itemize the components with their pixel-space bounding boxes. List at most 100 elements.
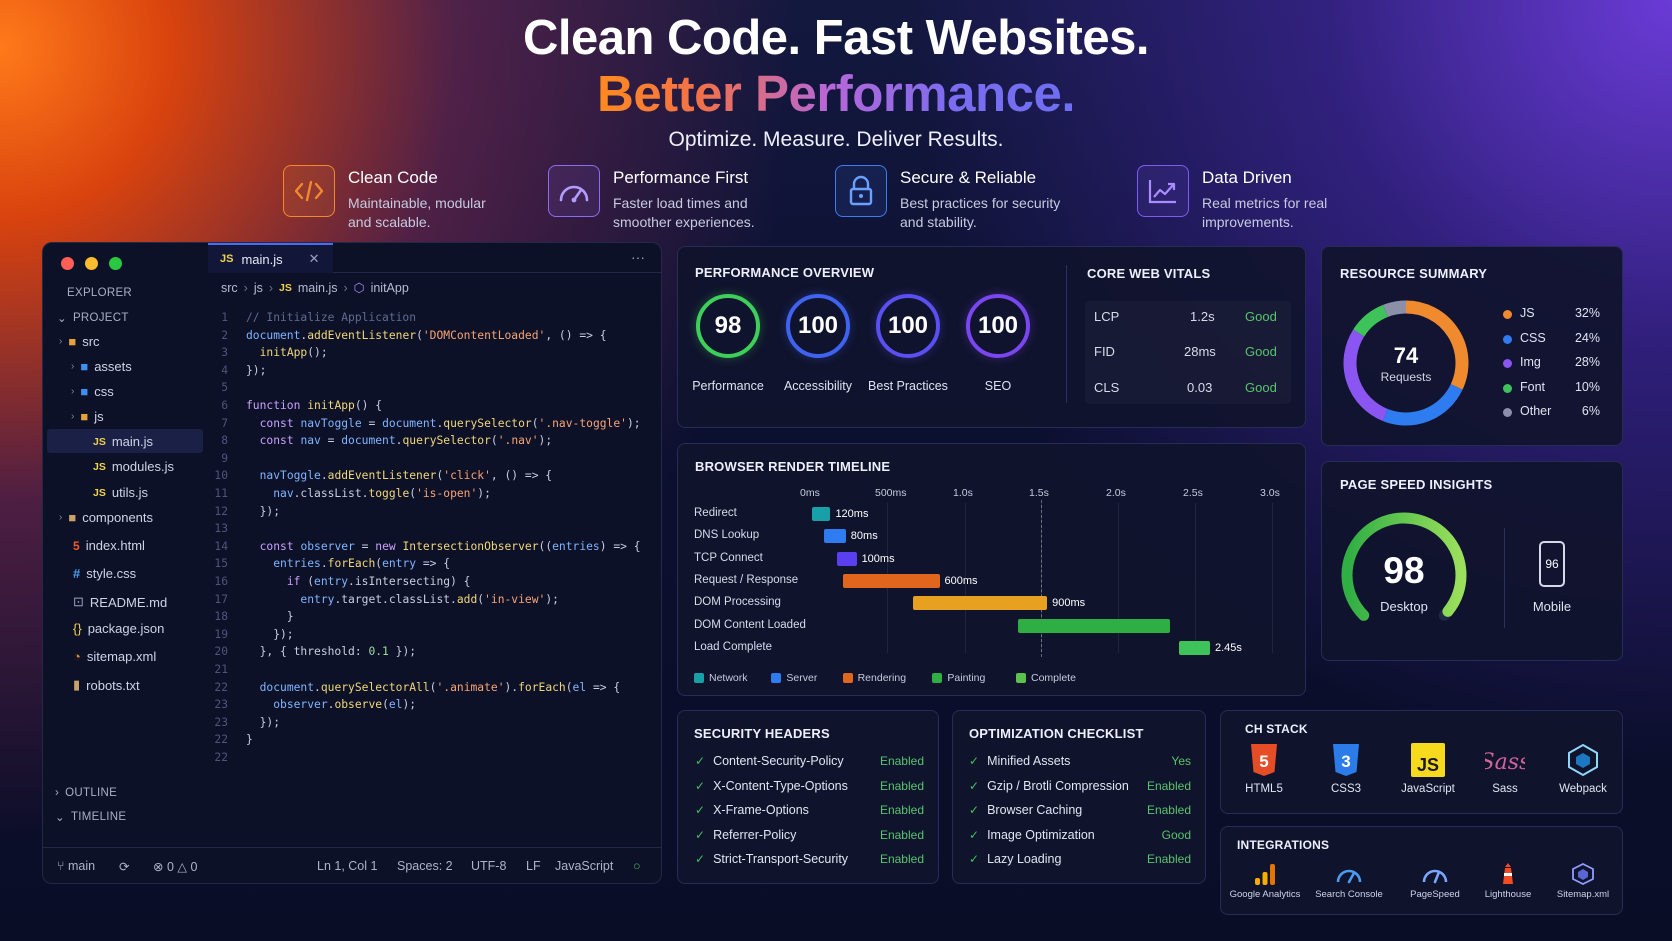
timeline-row-label: Redirect	[694, 507, 737, 519]
explorer-file-robots[interactable]: ▮ robots.txt	[73, 677, 140, 693]
minimize-window-button[interactable]	[85, 257, 98, 270]
lock-icon	[835, 165, 887, 217]
code-line[interactable]: 9	[208, 452, 246, 470]
line-number: 2	[221, 328, 228, 342]
code-line[interactable]: 15 entries.forEach(entry => {	[208, 557, 450, 575]
code-line[interactable]: 22	[208, 751, 246, 769]
code-line[interactable]: 22}	[208, 733, 252, 751]
code-line[interactable]: 23 });	[208, 716, 280, 734]
code-line[interactable]: 2 document.addEventListener('DOMContentLo…	[208, 328, 606, 347]
sync-icon[interactable]: ⟳	[119, 859, 129, 874]
tab-main-js[interactable]: JS main.js ✕	[208, 243, 333, 273]
css3-icon: 3	[1333, 744, 1359, 776]
tab-bar: JS main.js ✕ ···	[208, 243, 661, 273]
feature-desc: Faster load times and smoother experienc…	[613, 195, 755, 230]
code-line[interactable]: 19 });	[208, 628, 293, 646]
more-actions-icon[interactable]: ···	[631, 249, 645, 265]
explorer-file-package-json[interactable]: {} package.json	[73, 621, 164, 636]
close-window-button[interactable]	[61, 257, 74, 270]
breadcrumb-item[interactable]: js	[254, 281, 263, 295]
breadcrumb-item[interactable]: src	[221, 281, 238, 295]
code-line[interactable]: 11 nav.classList.toggle('is-open');	[208, 487, 491, 505]
explorer-file-modules-js[interactable]: JS modules.js	[93, 459, 174, 474]
legend-name: CSS	[1520, 330, 1546, 345]
code-line[interactable]: 3 initApp();	[208, 346, 327, 364]
explorer-file-utils-js[interactable]: JS utils.js	[93, 485, 148, 500]
html-file-icon: 5	[73, 538, 80, 553]
explorer-item-label: robots.txt	[86, 677, 140, 693]
line-number: 8	[221, 434, 228, 448]
grid-line	[1272, 503, 1273, 653]
timeline-bar	[1179, 640, 1210, 655]
code-line[interactable]: 18 }	[208, 610, 293, 628]
outline-section[interactable]: › OUTLINE	[55, 787, 117, 799]
code-line[interactable]: 21	[208, 663, 246, 681]
line-ending[interactable]: LF	[526, 859, 541, 873]
code-line[interactable]: 8 const nav = document.querySelector('.n…	[208, 434, 552, 452]
legend-dot	[1503, 334, 1512, 344]
legend-label: Painting	[947, 672, 986, 684]
code-line[interactable]: 22 document.querySelectorAll('.animate')…	[208, 681, 620, 699]
problems-indicator[interactable]: ⊗ 0 △ 0	[153, 859, 197, 874]
explorer-file-style-css[interactable]: # style.css	[73, 566, 136, 581]
explorer-file-index-html[interactable]: 5 index.html	[73, 538, 145, 553]
code-line[interactable]: 6 function initApp() {	[208, 399, 382, 417]
git-branch[interactable]: ⑂ main	[57, 859, 95, 873]
timeline-bar-label: 600ms	[944, 574, 978, 587]
explorer-folder-css[interactable]: › ■ css	[71, 384, 114, 399]
code-line[interactable]: 14 const observer = new IntersectionObse…	[208, 540, 640, 558]
language-mode[interactable]: JavaScript	[555, 859, 613, 873]
explorer-file-readme[interactable]: ⊡ README.md	[73, 594, 167, 610]
code-line[interactable]: 10 navToggle.addEventListener('click', (…	[208, 469, 552, 487]
timeline-section[interactable]: ⌄ TIMELINE	[55, 810, 126, 824]
checklist-status: Enabled	[879, 852, 924, 866]
code-line[interactable]: 5	[208, 381, 246, 399]
explorer-file-main-js[interactable]: JS main.js	[93, 434, 153, 449]
explorer-folder-js[interactable]: › ■ js	[71, 409, 104, 424]
breadcrumb-item[interactable]: initApp	[371, 281, 409, 295]
breadcrumb-item[interactable]: main.js	[298, 281, 338, 295]
cursor-position[interactable]: Ln 1, Col 1	[317, 859, 377, 873]
code-line[interactable]: 17 entry.target.classList.add('in-view')…	[208, 593, 559, 611]
legend-name: Img	[1520, 355, 1541, 369]
check-icon: ✓	[969, 754, 980, 768]
explorer-folder-components[interactable]: › ■ components	[59, 510, 153, 525]
code-line[interactable]: 23 observer.observe(el);	[208, 698, 416, 716]
code-line[interactable]: 4});	[208, 364, 266, 382]
line-number: 12	[214, 504, 228, 518]
explorer-item-label: src	[82, 334, 100, 349]
code-line[interactable]: 12 });	[208, 505, 280, 523]
code-line[interactable]: 7 const navToggle = document.querySelect…	[208, 416, 640, 435]
explorer-item-label: assets	[94, 359, 132, 374]
checklist-status: Enabled	[1146, 778, 1191, 793]
code-line[interactable]: 20 }, { threshold: 0.1 });	[208, 645, 416, 663]
code-line[interactable]: 16 if (entry.isIntersecting) {	[208, 575, 470, 593]
line-number: 7	[221, 416, 228, 430]
code-line[interactable]: 1 // Initialize Application	[208, 311, 416, 329]
code-editor-window: JS main.js ✕ ··· src › js › JS main.js › ⬡ …	[42, 242, 662, 884]
code-line[interactable]: 13	[208, 522, 246, 540]
timeline-bar	[842, 573, 940, 588]
optimization-title: OPTIMIZATION CHECKLIST	[969, 726, 1144, 741]
checklist-name: X-Content-Type-Options	[713, 778, 848, 793]
explorer-folder-assets[interactable]: › ■ assets	[71, 359, 132, 374]
js-file-icon: JS	[93, 486, 106, 499]
timeline-panel	[677, 443, 1306, 696]
line-number: 20	[214, 645, 228, 659]
code-text: if (entry.isIntersecting) {	[286, 575, 471, 588]
encoding[interactable]: UTF-8	[471, 859, 506, 873]
explorer-file-sitemap[interactable]: ◔ sitemap.xml	[73, 649, 156, 664]
indentation[interactable]: Spaces: 2	[397, 859, 453, 873]
explorer-item-label: package.json	[87, 621, 165, 636]
project-section[interactable]: ⌄ PROJECT	[57, 311, 129, 325]
donut-slice-css	[1382, 383, 1463, 426]
explorer-folder-src[interactable]: › ■ src	[59, 334, 100, 349]
axis-tick-label: 0ms	[800, 487, 820, 499]
maximize-window-button[interactable]	[109, 257, 122, 270]
sass-logo: SassSass	[1477, 743, 1533, 795]
close-tab-icon[interactable]: ✕	[309, 251, 320, 267]
trend-chart-icon	[1137, 165, 1189, 217]
hero-highlight: Better Performance.	[596, 65, 1076, 122]
legend-percent: 24%	[1574, 330, 1600, 345]
lighthouse-icon	[1503, 863, 1513, 884]
